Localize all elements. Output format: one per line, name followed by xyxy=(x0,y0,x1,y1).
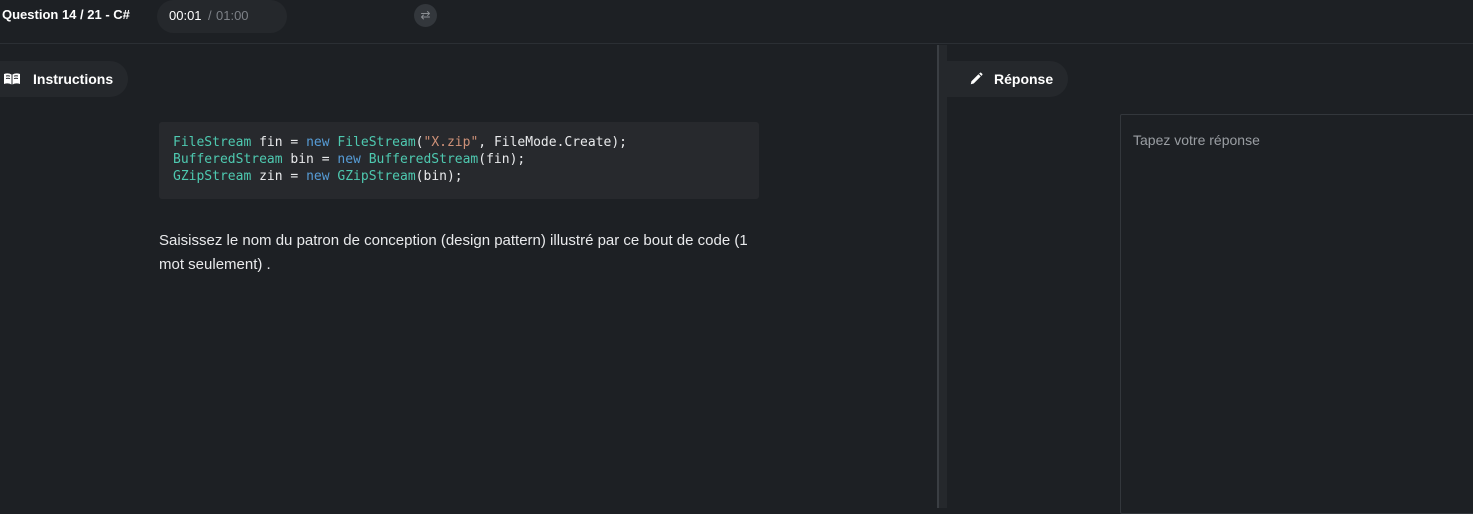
swap-arrows-icon[interactable]: ⇄ xyxy=(414,4,437,27)
answer-input[interactable] xyxy=(1120,114,1473,514)
timer-separator: / xyxy=(208,8,212,23)
code-line: GZipStream zin = new GZipStream(bin); xyxy=(173,168,745,185)
code-token: , FileMode.Create); xyxy=(478,135,628,150)
code-line: BufferedStream bin = new BufferedStream(… xyxy=(173,151,745,168)
code-token: (bin); xyxy=(415,169,463,184)
question-text: Saisissez le nom du patron de conception… xyxy=(159,232,748,273)
code-token: ( xyxy=(415,135,424,150)
code-token: BufferedStream xyxy=(173,152,283,167)
code-token: bin = xyxy=(282,152,338,167)
timer-total: 01:00 xyxy=(216,8,249,23)
code-line: FileStream fin = new FileStream("X.zip",… xyxy=(173,134,745,151)
code-token: (fin); xyxy=(478,152,526,167)
code-token: GZipStream xyxy=(173,169,252,184)
code-token: FileStream xyxy=(337,135,416,150)
code-token: "X.zip" xyxy=(423,135,479,150)
pane-divider-line xyxy=(937,45,939,508)
response-tab-label: Réponse xyxy=(994,71,1054,87)
code-token: BufferedStream xyxy=(368,152,479,167)
response-tab[interactable]: Réponse xyxy=(947,61,1068,97)
timer: 00:01 / 01:00 ⇄ xyxy=(157,0,437,33)
top-bar: Question 14 / 21 - C# 00:01 / 01:00 ⇄ xyxy=(0,0,1473,44)
question-counter: Question 14 / 21 - C# xyxy=(2,7,130,22)
code-token: new xyxy=(306,135,330,150)
instructions-pane: Instructions FileStream fin = new FileSt… xyxy=(0,45,936,508)
code-token: new xyxy=(337,152,361,167)
code-token: fin = xyxy=(251,135,307,150)
pencil-icon xyxy=(968,72,986,86)
code-token: FileStream xyxy=(173,135,252,150)
timer-elapsed: 00:01 xyxy=(169,8,202,23)
code-snippet: FileStream fin = new FileStream("X.zip",… xyxy=(159,122,759,199)
code-token: new xyxy=(306,169,330,184)
instructions-tab[interactable]: Instructions xyxy=(0,61,128,97)
book-open-icon xyxy=(3,72,21,86)
code-token: GZipStream xyxy=(337,169,416,184)
response-pane: Réponse xyxy=(947,45,1473,514)
instructions-tab-label: Instructions xyxy=(33,71,114,87)
code-token: zin = xyxy=(251,169,307,184)
